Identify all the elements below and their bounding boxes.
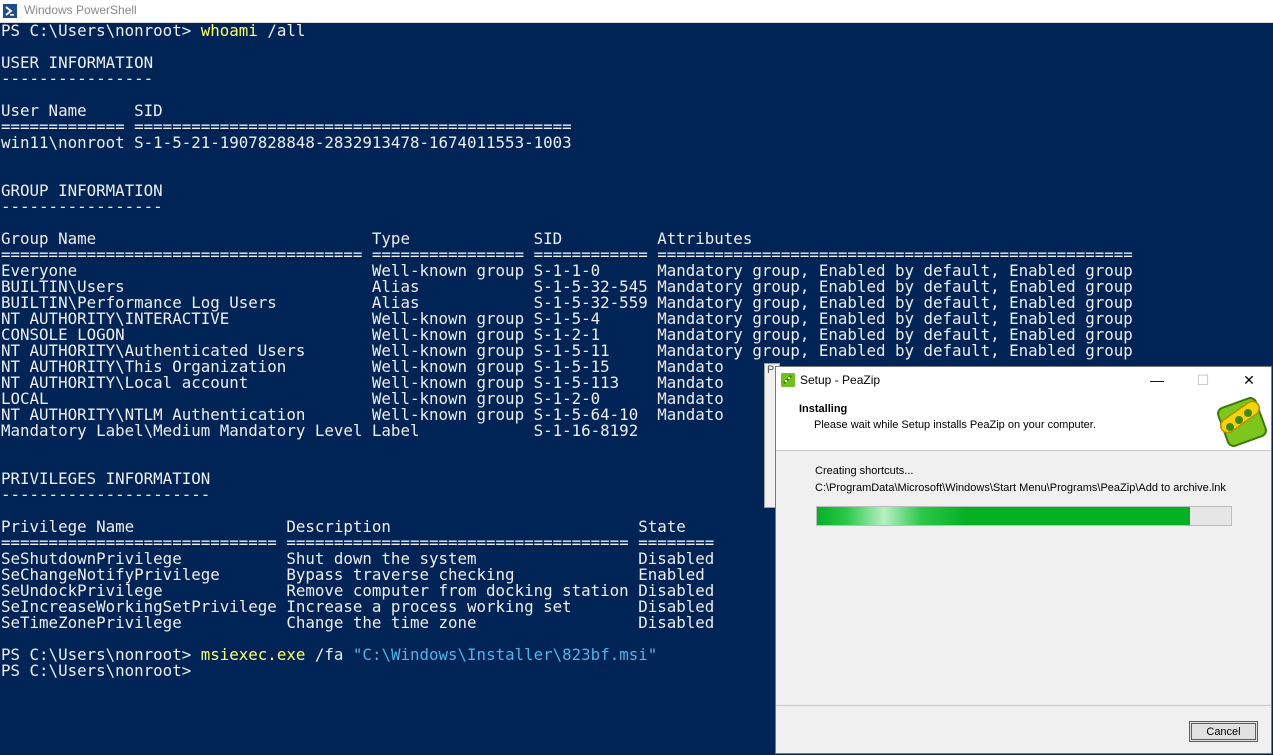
powershell-icon bbox=[3, 4, 17, 18]
window-title: Windows PowerShell bbox=[24, 3, 137, 17]
install-progress-bar bbox=[816, 506, 1232, 526]
minimize-button[interactable]: — bbox=[1134, 367, 1180, 393]
close-button[interactable]: ✕ bbox=[1226, 367, 1272, 393]
command-args: /fa bbox=[305, 645, 353, 664]
setup-subheading: Please wait while Setup installs PeaZip … bbox=[814, 419, 1096, 431]
command-args: /all bbox=[257, 23, 306, 40]
peazip-icon bbox=[781, 373, 795, 387]
prompt-line-3[interactable]: PS C:\Users\nonroot> bbox=[1, 663, 191, 679]
maximize-button[interactable]: ☐ bbox=[1180, 367, 1226, 393]
user-section-rule: ---------------- bbox=[1, 69, 154, 88]
group-row: Mandatory Label\Medium Mandatory Level L… bbox=[1, 421, 639, 440]
command-text: whoami bbox=[200, 23, 258, 40]
prompt-text: PS C:\Users\nonroot> bbox=[1, 23, 201, 40]
peazip-logo-icon bbox=[1217, 397, 1267, 447]
setup-header: Installing Please wait while Setup insta… bbox=[776, 393, 1271, 451]
setup-titlebar[interactable]: Setup - PeaZip — ☐ ✕ bbox=[776, 367, 1271, 393]
setup-heading: Installing bbox=[799, 403, 848, 415]
cancel-button[interactable]: Cancel bbox=[1189, 721, 1258, 742]
priv-row: SeTimeZonePrivilege Change the time zone… bbox=[1, 613, 715, 632]
setup-dialog[interactable]: Setup - PeaZip — ☐ ✕ Installing Please w… bbox=[775, 366, 1272, 754]
window-titlebar[interactable]: Windows PowerShell bbox=[0, 0, 1273, 23]
priv-section-rule: ---------------------- bbox=[1, 485, 211, 504]
user-table-row: win11\nonroot S-1-5-21-1907828848-283291… bbox=[1, 133, 572, 152]
install-progress-fill bbox=[817, 507, 1190, 525]
current-file-path: C:\ProgramData\Microsoft\Windows\Start M… bbox=[815, 482, 1226, 494]
status-text: Creating shortcuts... bbox=[815, 465, 914, 477]
prompt-line-1: PS C:\Users\nonroot> whoami /all bbox=[1, 23, 305, 39]
setup-title: Setup - PeaZip bbox=[800, 373, 881, 387]
group-section-rule: ----------------- bbox=[1, 197, 163, 216]
command-text: msiexec.exe bbox=[200, 645, 306, 664]
command-string: "C:\Windows\Installer\823bf.msi" bbox=[352, 645, 658, 664]
footer-separator bbox=[776, 705, 1271, 706]
background-dialog-title: P bbox=[767, 364, 775, 376]
